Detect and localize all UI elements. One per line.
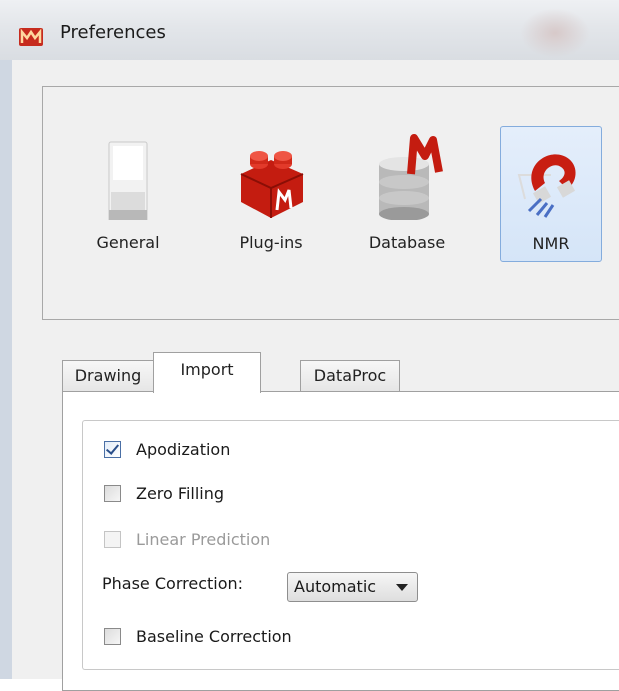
toolbar-item-nmr[interactable]: NMR [500, 126, 602, 262]
phase-correction-label: Phase Correction: [102, 574, 244, 593]
toolbar-item-label: Plug-ins [239, 233, 303, 252]
select-value: Automatic [294, 577, 377, 596]
title-bar: Preferences [0, 0, 619, 60]
checkbox-label: Baseline Correction [136, 627, 292, 646]
magnet-icon [517, 154, 576, 218]
checkbox-box [104, 531, 121, 548]
checkbox-box[interactable] [104, 628, 121, 645]
phase-correction-select[interactable]: Automatic [287, 572, 418, 602]
dropdown-arrow-icon [396, 584, 408, 591]
window-button-glow [520, 8, 590, 58]
toolbar-item-plugins[interactable]: Plug-ins [212, 126, 330, 262]
tab-drawing[interactable]: Drawing [62, 360, 154, 391]
checkbox-box[interactable] [104, 485, 121, 502]
toolbar-item-general[interactable]: General [80, 126, 176, 262]
switch-icon [108, 141, 148, 220]
toolbar-item-label: NMR [532, 234, 570, 253]
lego-brick-icon [240, 151, 304, 218]
app-icon [19, 28, 43, 46]
checkbox-label: Zero Filling [136, 484, 225, 503]
checkbox-label: Linear Prediction [136, 530, 271, 549]
checkbox-label: Apodization [136, 440, 231, 459]
checkbox-box[interactable] [104, 441, 121, 458]
tab-dataproc[interactable]: DataProc [300, 360, 400, 391]
toolbar-item-database[interactable]: Database [346, 126, 468, 262]
toolbar-item-label: Database [368, 233, 446, 252]
tab-import[interactable]: Import [153, 352, 261, 393]
toolbar-item-label: General [96, 233, 160, 252]
database-icon [379, 134, 443, 220]
window-title: Preferences [60, 22, 166, 43]
